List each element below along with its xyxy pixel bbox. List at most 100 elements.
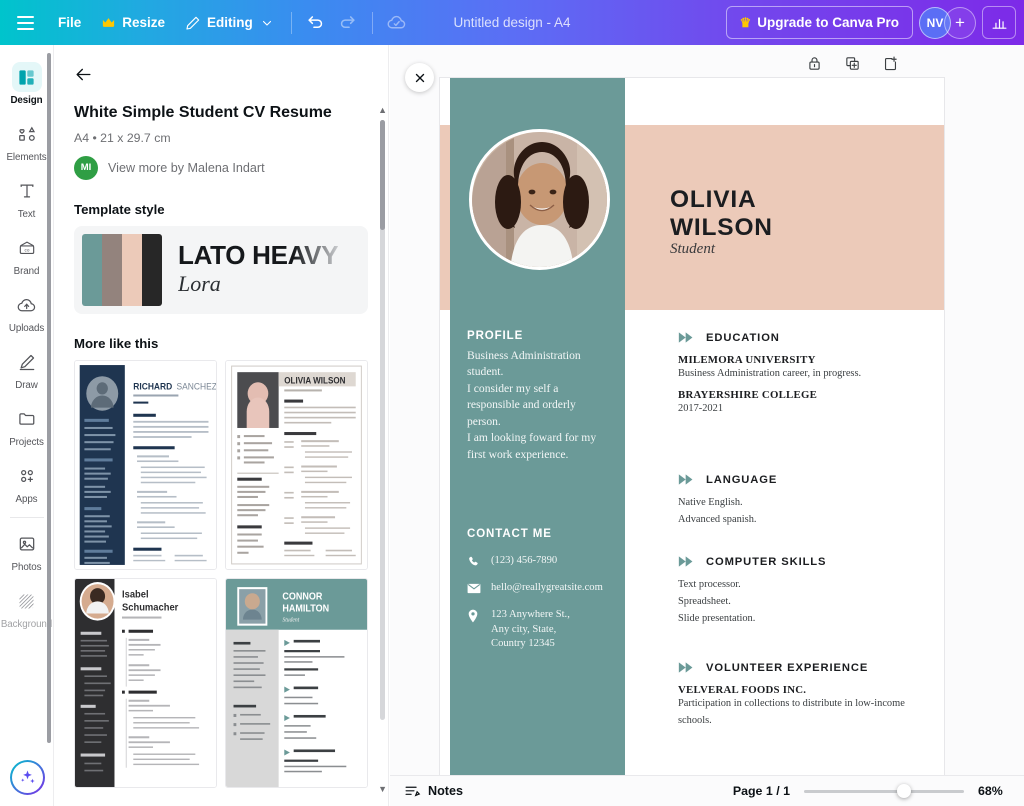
- close-panel-button[interactable]: [405, 63, 434, 92]
- add-page-icon[interactable]: [879, 52, 901, 74]
- sidebar-item-design[interactable]: Design: [1, 55, 53, 110]
- resume-name-line2: WILSON: [670, 213, 773, 241]
- sidebar-item-apps[interactable]: Apps: [1, 454, 53, 509]
- resize-button[interactable]: Resize: [91, 7, 175, 39]
- resize-label: Resize: [122, 15, 166, 30]
- undo-button[interactable]: [300, 7, 332, 39]
- panel-scrollbar-thumb[interactable]: [380, 120, 385, 230]
- contact-text: 123 Anywhere St., Any city, State, Count…: [491, 609, 570, 650]
- shapes-icon: [12, 119, 42, 149]
- top-toolbar: File Resize Editing Untitled design - A4…: [0, 0, 1024, 45]
- template-thumbnail[interactable]: Isabel Schumacher: [74, 577, 217, 788]
- heading-font-name: LATO HEAVY: [178, 242, 339, 271]
- contact-heading: CONTACT ME: [467, 528, 552, 540]
- sidebar-item-elements[interactable]: Elements: [1, 112, 53, 167]
- profile-heading: PROFILE: [467, 330, 524, 342]
- sidebar-item-brand[interactable]: co Brand: [1, 226, 53, 281]
- sidebar-item-draw[interactable]: Draw: [1, 340, 53, 395]
- folder-icon: [12, 404, 42, 434]
- bar-chart-icon: [991, 14, 1008, 31]
- template-detail-panel: White Simple Student CV Resume A4 • 21 x…: [54, 45, 389, 806]
- contact-item: hello@reallygreatsite.com: [467, 581, 617, 600]
- chevron-right-icon: [678, 331, 695, 344]
- template-title: White Simple Student CV Resume: [74, 104, 332, 121]
- sidebar-item-label: Apps: [15, 494, 38, 505]
- language-section: LANGUAGE Native English. Advanced spanis…: [678, 473, 928, 529]
- svg-text:OLIVIA WILSON: OLIVIA WILSON: [284, 375, 345, 385]
- duplicate-page-icon[interactable]: [841, 52, 863, 74]
- sidebar-item-text[interactable]: Text: [1, 169, 53, 224]
- sidebar-item-label: Projects: [9, 437, 44, 448]
- template-thumbnail[interactable]: OLIVIA WILSON: [225, 359, 368, 570]
- profile-body: Business Administration student. I consi…: [467, 349, 597, 461]
- svg-text:Isabel: Isabel: [122, 589, 149, 600]
- page-tools-group: [803, 52, 901, 74]
- template-thumbnail[interactable]: RICHARD SANCHEZ: [74, 359, 217, 570]
- template-thumbnail[interactable]: CONNOR HAMILTON Student: [225, 577, 368, 788]
- avatar-initials: NV: [926, 15, 944, 30]
- svg-text:Student: Student: [282, 617, 299, 623]
- svg-text:co: co: [24, 248, 29, 253]
- swatch-teal: [82, 233, 102, 306]
- notes-button[interactable]: Notes: [404, 783, 463, 800]
- entry-text: 2017-2021: [678, 402, 724, 414]
- zoom-slider[interactable]: [804, 784, 964, 798]
- upgrade-label: Upgrade to Canva Pro: [757, 15, 899, 30]
- color-swatches: [82, 233, 162, 306]
- sidebar-item-uploads[interactable]: Uploads: [1, 283, 53, 338]
- chevron-down-icon: [261, 17, 273, 29]
- sidebar-item-label: Elements: [6, 152, 47, 163]
- more-like-this-heading: More like this: [74, 335, 159, 351]
- pen-draw-icon: [12, 347, 42, 377]
- author-avatar: MI: [74, 155, 98, 180]
- svg-text:SANCHEZ: SANCHEZ: [177, 381, 216, 391]
- plus-icon: +: [955, 12, 965, 32]
- body-font-name: Lora: [178, 271, 221, 297]
- contact-section: CONTACT ME (123) 456-7890 hello@reallygr…: [467, 528, 617, 652]
- upgrade-to-pro-button[interactable]: ♛ Upgrade to Canva Pro: [725, 6, 913, 39]
- file-menu-button[interactable]: File: [48, 7, 91, 39]
- crown-icon: [101, 15, 116, 30]
- file-menu-label: File: [58, 15, 82, 30]
- add-collaborator-button[interactable]: +: [944, 6, 976, 39]
- close-x-icon: [414, 72, 426, 84]
- template-style-heading: Template style: [74, 201, 165, 217]
- chevron-right-icon: [678, 661, 695, 674]
- rail-scrollbar[interactable]: [47, 53, 51, 743]
- svg-text:CONNOR: CONNOR: [282, 591, 322, 601]
- svg-text:HAMILTON: HAMILTON: [282, 603, 329, 613]
- panel-scroll-down-arrow[interactable]: ▼: [378, 784, 387, 794]
- cloud-upload-icon: [12, 290, 42, 320]
- lock-page-icon[interactable]: [803, 52, 825, 74]
- sidebar-item-projects[interactable]: Projects: [1, 397, 53, 452]
- resume-name: OLIVIA WILSON: [670, 186, 773, 241]
- sidebar-item-photos[interactable]: Photos: [1, 522, 53, 577]
- editing-mode-button[interactable]: Editing: [175, 7, 283, 39]
- sidebar-item-label: Uploads: [8, 323, 45, 334]
- view-more-by-author-link[interactable]: MI View more by Malena Indart: [74, 155, 368, 180]
- contact-item: (123) 456-7890: [467, 554, 617, 573]
- collaborators: NV +: [919, 6, 976, 39]
- undo-arrow-icon: [306, 13, 325, 32]
- sidebar-item-label: Brand: [13, 266, 40, 277]
- insights-button[interactable]: [982, 6, 1016, 39]
- panel-scroll-up-arrow[interactable]: ▲: [378, 105, 387, 115]
- section-heading: EDUCATION: [706, 331, 780, 344]
- template-style-card[interactable]: LATO HEAVY Lora: [74, 225, 368, 314]
- entry-text: Native English. Advanced spanish.: [678, 497, 757, 525]
- brand-box-icon: co: [12, 233, 42, 263]
- phone-icon: [467, 554, 480, 573]
- swatch-peach: [122, 233, 142, 306]
- zoom-handle[interactable]: [896, 784, 911, 798]
- saved-to-cloud-button[interactable]: [381, 7, 413, 39]
- redo-arrow-icon: [338, 13, 357, 32]
- resume-page[interactable]: OLIVIA WILSON Student PROFILE Business A…: [440, 78, 944, 775]
- sidebar-item-label: Background: [0, 619, 53, 630]
- panel-back-button[interactable]: [68, 59, 98, 89]
- magic-sparkle-icon: [12, 762, 43, 793]
- hamburger-icon[interactable]: [8, 6, 42, 40]
- redo-button[interactable]: [332, 7, 364, 39]
- sidebar-item-background[interactable]: Background: [1, 579, 53, 634]
- magic-studio-button[interactable]: [10, 760, 45, 795]
- canva-editor-window: File Resize Editing Untitled design - A4…: [0, 0, 1024, 806]
